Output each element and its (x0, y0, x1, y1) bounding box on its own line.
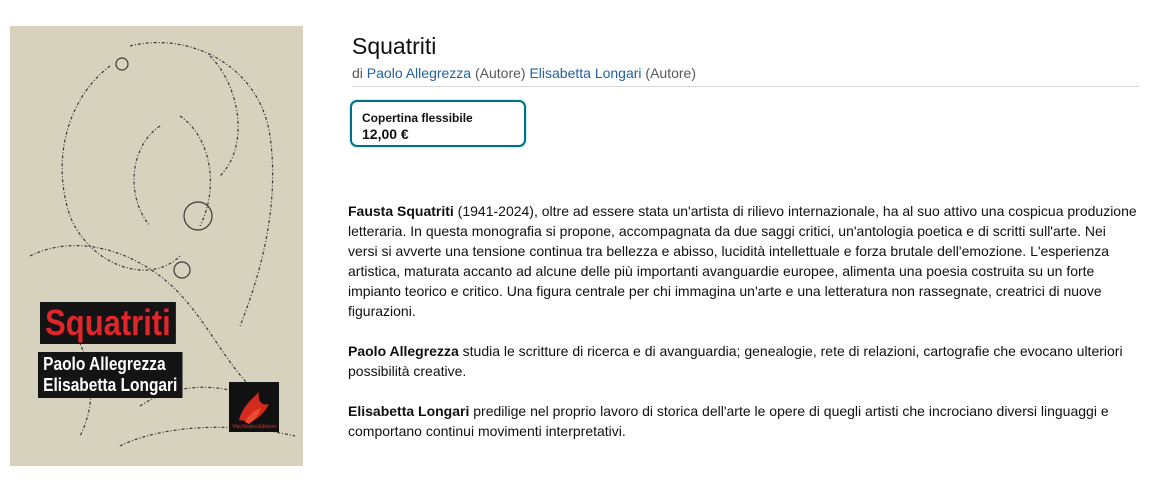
title-divider (352, 86, 1139, 87)
product-description: Fausta Squatriti (1941-2024), oltre ad e… (348, 201, 1138, 461)
author-role: (Autore) (474, 65, 526, 81)
description-bold: Paolo Allegrezza (348, 343, 459, 359)
description-text: studia le scritture di ricerca e di avan… (348, 343, 1123, 379)
cover-author-1: Paolo Allegrezza (43, 354, 166, 374)
book-cover-image[interactable]: Squatriti Paolo Allegrezza Elisabetta Lo… (10, 26, 303, 466)
description-bold: Elisabetta Longari (348, 403, 470, 419)
description-text: (1941-2024), oltre ad essere stata un'ar… (348, 203, 1137, 319)
author-link-longari[interactable]: Elisabetta Longari (529, 65, 641, 81)
description-paragraph: Fausta Squatriti (1941-2024), oltre ad e… (348, 201, 1138, 321)
product-title: Squatriti (352, 33, 437, 59)
description-paragraph: Elisabetta Longari predilige nel proprio… (348, 401, 1138, 441)
byline: di Paolo Allegrezza (Autore) Elisabetta … (352, 64, 696, 82)
format-price: 12,00 € (362, 126, 409, 142)
cover-title: Squatriti (40, 302, 176, 344)
byline-prefix: di (352, 65, 363, 81)
author-link-allegrezza[interactable]: Paolo Allegrezza (367, 65, 471, 81)
description-bold: Fausta Squatriti (348, 203, 454, 219)
format-label: Copertina flessibile (362, 111, 473, 125)
cover-author-2: Elisabetta Longari (43, 375, 178, 395)
author-role: (Autore) (645, 65, 696, 81)
description-paragraph: Paolo Allegrezza studia le scritture di … (348, 341, 1138, 381)
cover-authors: Paolo Allegrezza Elisabetta Longari (38, 352, 183, 398)
publisher-logo: Vita Nostra Edizioni (229, 382, 279, 432)
format-option-paperback[interactable]: Copertina flessibile 12,00 € (350, 100, 526, 147)
publisher-name: Vita Nostra Edizioni (232, 424, 276, 430)
